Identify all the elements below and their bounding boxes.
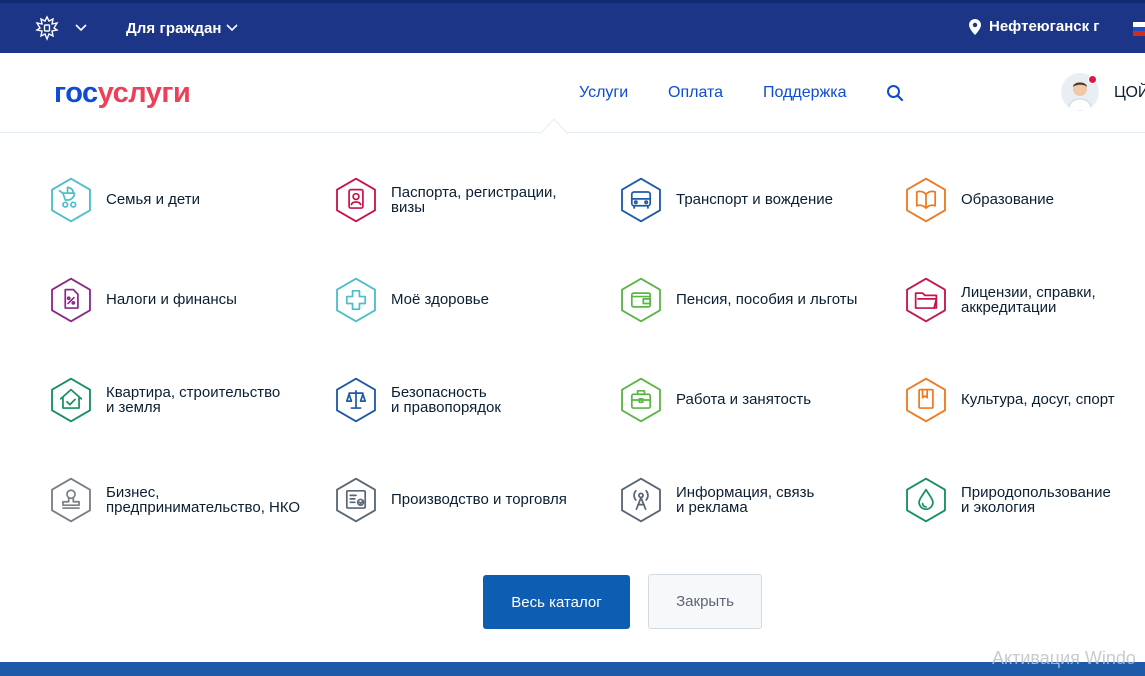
footer-strip	[0, 662, 1145, 676]
catalog-item[interactable]: Образование	[903, 174, 1145, 226]
notification-dot	[1088, 75, 1097, 84]
catalog-item[interactable]: Культура, досуг, спорт	[903, 374, 1145, 426]
catalog-item-label: Природопользование и экология	[961, 483, 1111, 516]
russian-coat-of-arms-icon[interactable]	[32, 13, 62, 43]
russia-flag-icon[interactable]	[1133, 22, 1145, 36]
catalog-item[interactable]: Производство и торговля	[333, 474, 603, 526]
catalog-item-label: Моё здоровье	[391, 291, 489, 309]
catalog-item-label: Бизнес, предпринимательство, НКО	[106, 483, 301, 516]
nav-services[interactable]: Услуги	[579, 84, 628, 102]
book-icon	[906, 177, 946, 223]
catalog-item[interactable]: Транспорт и вождение	[618, 174, 888, 226]
catalog-item-label: Квартира, строительство и земля	[106, 383, 281, 416]
catalog-item[interactable]: Квартира, строительство и земля	[48, 374, 318, 426]
briefcase-icon	[621, 377, 661, 423]
search-icon[interactable]	[886, 84, 904, 102]
catalog-item[interactable]: Моё здоровье	[333, 274, 603, 326]
catalog-item[interactable]: Налоги и финансы	[48, 274, 318, 326]
wallet-icon	[621, 277, 661, 323]
nav-payment[interactable]: Оплата	[668, 84, 723, 102]
chevron-down-icon[interactable]	[225, 20, 239, 34]
stamp-icon	[51, 477, 91, 523]
full-catalog-button[interactable]: Весь каталог	[483, 575, 630, 629]
catalog-item[interactable]: Безопасность и правопорядок	[333, 374, 603, 426]
catalog-item[interactable]: Пенсия, пособия и льготы	[618, 274, 888, 326]
water-drop-icon	[906, 477, 946, 523]
passport-icon	[336, 177, 376, 223]
catalog-item-label: Безопасность и правопорядок	[391, 383, 501, 416]
catalog-item[interactable]: Информация, связь и реклама	[618, 474, 888, 526]
close-button[interactable]: Закрыть	[648, 574, 762, 629]
chevron-down-icon[interactable]	[74, 20, 88, 34]
catalog-item-label: Семья и дети	[106, 191, 200, 209]
tax-document-icon	[51, 277, 91, 323]
catalog-item-label: Образование	[961, 191, 1054, 209]
catalog-item-label: Пенсия, пособия и льготы	[676, 291, 858, 309]
certificate-icon	[336, 477, 376, 523]
catalog-item-label: Культура, досуг, спорт	[961, 391, 1115, 409]
location-pin-icon	[969, 18, 981, 35]
main-header: госуслуги Услуги Оплата Поддержка ЦОЙ	[0, 53, 1145, 133]
catalog-item[interactable]: Работа и занятость	[618, 374, 888, 426]
windows-activation-watermark: Активация Windo	[992, 648, 1136, 668]
nav-support[interactable]: Поддержка	[763, 84, 846, 102]
user-name[interactable]: ЦОЙ	[1114, 84, 1145, 102]
stroller-icon	[51, 177, 91, 223]
bookmark-book-icon	[906, 377, 946, 423]
catalog-item-label: Транспорт и вождение	[676, 191, 833, 209]
catalog-item[interactable]: Паспорта, регистрации, визы	[333, 174, 603, 226]
audience-selector[interactable]: Для граждан	[126, 20, 222, 37]
gosuslugi-logo[interactable]: госуслуги	[54, 77, 191, 110]
catalog-item[interactable]: Лицензии, справки, аккредитации	[903, 274, 1145, 326]
catalog-item-label: Налоги и финансы	[106, 291, 237, 309]
catalog-item[interactable]: Природопользование и экология	[903, 474, 1145, 526]
folder-icon	[906, 277, 946, 323]
catalog-item[interactable]: Бизнес, предпринимательство, НКО	[48, 474, 318, 526]
radio-tower-icon	[621, 477, 661, 523]
car-icon	[621, 177, 661, 223]
catalog-item-label: Производство и торговля	[391, 491, 567, 509]
house-check-icon	[51, 377, 91, 423]
catalog-item-label: Информация, связь и реклама	[676, 483, 815, 516]
catalog-item[interactable]: Семья и дети	[48, 174, 318, 226]
catalog-item-label: Паспорта, регистрации, визы	[391, 183, 557, 216]
scales-icon	[336, 377, 376, 423]
catalog-item-label: Работа и занятость	[676, 391, 812, 409]
menu-pointer	[540, 118, 568, 134]
catalog-item-label: Лицензии, справки, аккредитации	[961, 283, 1096, 316]
top-bar: Для граждан Нефтеюганск г	[0, 0, 1145, 53]
location-label: Нефтеюганск г	[989, 18, 1100, 35]
location-selector[interactable]: Нефтеюганск г	[969, 18, 1100, 35]
medical-cross-icon	[336, 277, 376, 323]
